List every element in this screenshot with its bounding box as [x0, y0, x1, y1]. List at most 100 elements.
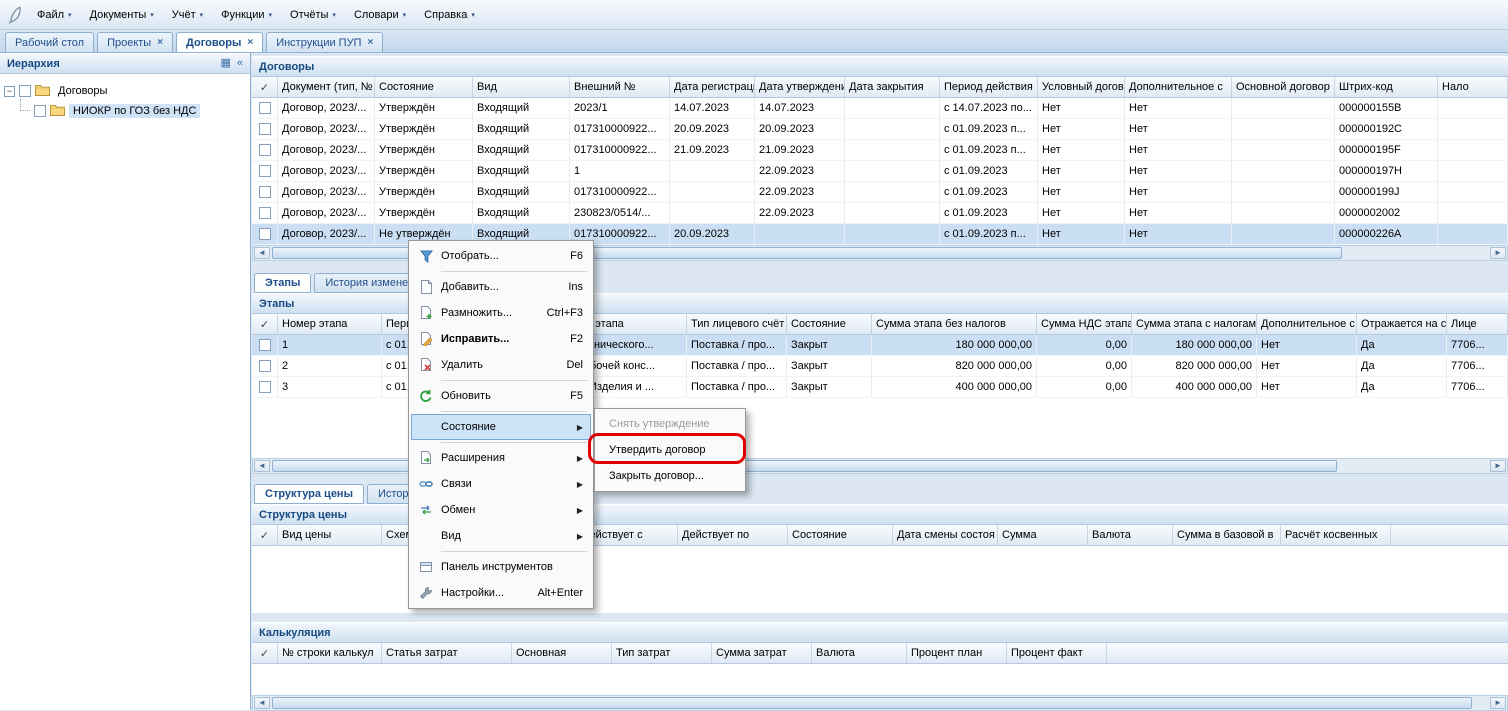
column-header-percent-plan[interactable]: Процент план	[907, 643, 1007, 663]
menu-item-extensions[interactable]: Расширения▶	[411, 445, 591, 471]
column-header-kind[interactable]: Вид	[473, 77, 570, 97]
close-tab-icon[interactable]: ×	[157, 38, 163, 48]
column-header-indirect-calc[interactable]: Расчёт косвенных	[1281, 525, 1391, 545]
collapse-panel-icon[interactable]: «	[237, 58, 243, 69]
menu-item-toolbar-panel[interactable]: Панель инструментов	[411, 554, 591, 580]
scroll-left-icon[interactable]: ◄	[254, 460, 270, 472]
tab-pup-instructions[interactable]: Инструкции ПУП×	[266, 32, 383, 52]
scroll-right-icon[interactable]: ►	[1490, 247, 1506, 259]
menu-item-state[interactable]: Состояние▶	[411, 414, 591, 440]
tab-price-structure[interactable]: Структура цены	[254, 484, 364, 504]
tab-desktop[interactable]: Рабочий стол	[5, 32, 94, 52]
close-tab-icon[interactable]: ×	[367, 38, 373, 48]
table-row[interactable]: Договор, 2023/...УтверждёнВходящий017310…	[252, 119, 1508, 140]
column-header-valid-to[interactable]: Действует по	[678, 525, 788, 545]
column-header-state[interactable]: Состояние	[375, 77, 473, 97]
column-header-barcode[interactable]: Штрих-код	[1335, 77, 1438, 97]
menu-item-settings[interactable]: Настройки...Alt+Enter	[411, 580, 591, 606]
table-row[interactable]: Договор, 2023/...УтверждёнВходящий2023/1…	[252, 98, 1508, 119]
calc-h-scrollbar[interactable]: ◄ ►	[252, 695, 1508, 711]
column-header-main-contract[interactable]: Основной договор	[1232, 77, 1335, 97]
row-checkbox[interactable]	[259, 381, 271, 393]
table-row[interactable]: Договор, 2023/...УтверждёнВходящий017310…	[252, 182, 1508, 203]
row-checkbox[interactable]	[259, 144, 271, 156]
menu-item-duplicate[interactable]: Размножить...Ctrl+F3	[411, 300, 591, 326]
menubar-item-accounting[interactable]: Учёт▾	[163, 5, 212, 25]
row-checkbox[interactable]	[259, 339, 271, 351]
scroll-right-icon[interactable]: ►	[1490, 460, 1506, 472]
column-header-additional-agreement[interactable]: Дополнительное с	[1125, 77, 1232, 97]
column-header-additional-agreement[interactable]: Дополнительное с	[1257, 314, 1357, 334]
tab-projects[interactable]: Проекты×	[97, 32, 173, 52]
row-checkbox[interactable]	[259, 360, 271, 372]
column-header-external-number[interactable]: Внешний №	[570, 77, 670, 97]
table-row[interactable]: Договор, 2023/...УтверждёнВходящий017310…	[252, 140, 1508, 161]
column-header-sum-base-currency[interactable]: Сумма в базовой в	[1173, 525, 1281, 545]
tree-item-contracts[interactable]: − Договоры	[4, 81, 246, 101]
column-header-sum[interactable]: Сумма	[998, 525, 1088, 545]
tree-item-niokr[interactable]: НИОКР по ГОЗ без НДС	[20, 101, 246, 121]
column-header-cost-type[interactable]: Тип затрат	[612, 643, 712, 663]
column-header-state[interactable]: Состояние	[788, 525, 893, 545]
row-checkbox[interactable]	[259, 165, 271, 177]
column-header-main[interactable]: Основная	[512, 643, 612, 663]
tree-checkbox[interactable]	[19, 85, 31, 97]
menu-item-exchange[interactable]: Обмен▶	[411, 497, 591, 523]
column-header-currency[interactable]: Валюта	[812, 643, 907, 663]
column-header-taxes[interactable]: Нало	[1438, 77, 1508, 97]
collapse-expander-icon[interactable]: −	[4, 86, 15, 97]
menu-item-links[interactable]: Связи▶	[411, 471, 591, 497]
column-header-vat-sum[interactable]: Сумма НДС этапа	[1037, 314, 1132, 334]
scroll-right-icon[interactable]: ►	[1490, 697, 1506, 709]
column-header-sum-without-taxes[interactable]: Сумма этапа без налогов	[872, 314, 1037, 334]
column-header-currency[interactable]: Валюта	[1088, 525, 1173, 545]
row-checkbox[interactable]	[259, 102, 271, 114]
column-header-state[interactable]: Состояние	[787, 314, 872, 334]
menubar-item-file[interactable]: Файл▾	[28, 5, 81, 25]
column-header-closing-date[interactable]: Дата закрытия	[845, 77, 940, 97]
table-row[interactable]: Договор, 2023/...УтверждёнВходящий230823…	[252, 203, 1508, 224]
column-header-sum-with-taxes[interactable]: Сумма этапа с налогами	[1132, 314, 1257, 334]
menubar-item-functions[interactable]: Функции▾	[212, 5, 281, 25]
menu-item-edit[interactable]: Исправить...F2	[411, 326, 591, 352]
table-row[interactable]: Договор, 2023/...УтверждёнВходящий122.09…	[252, 161, 1508, 182]
submenu-item-approve-contract[interactable]: Утвердить договор	[597, 437, 743, 463]
column-header-state-change-date[interactable]: Дата смены состоя	[893, 525, 998, 545]
menu-item-refresh[interactable]: ОбновитьF5	[411, 383, 591, 409]
column-header-document[interactable]: Документ (тип, №	[278, 77, 375, 97]
row-checkbox[interactable]	[259, 123, 271, 135]
menu-item-delete[interactable]: УдалитьDel	[411, 352, 591, 378]
menubar-item-help[interactable]: Справка▾	[415, 5, 484, 25]
tab-contracts[interactable]: Договоры×	[176, 32, 263, 52]
column-header-calc-line-number[interactable]: № строки калькул	[278, 643, 382, 663]
scroll-left-icon[interactable]: ◄	[254, 697, 270, 709]
row-checkbox[interactable]	[259, 228, 271, 240]
column-header-approval-date[interactable]: Дата утверждения	[755, 77, 845, 97]
column-header-stage-number[interactable]: Номер этапа	[278, 314, 382, 334]
row-checkbox[interactable]	[259, 186, 271, 198]
menubar-item-reports[interactable]: Отчёты▾	[281, 5, 345, 25]
column-header-cost-item[interactable]: Статья затрат	[382, 643, 512, 663]
tree-checkbox[interactable]	[34, 105, 46, 117]
row-checkbox[interactable]	[259, 207, 271, 219]
scrollbar-thumb[interactable]	[272, 697, 1472, 709]
column-header-check[interactable]: ✓	[252, 643, 278, 663]
menu-item-add[interactable]: Добавить...Ins	[411, 274, 591, 300]
column-header-check[interactable]: ✓	[252, 525, 278, 545]
close-tab-icon[interactable]: ×	[247, 38, 253, 48]
column-header-reflected-on-account[interactable]: Отражается на су	[1357, 314, 1447, 334]
column-header-account-type[interactable]: Тип лицевого счёт	[687, 314, 787, 334]
column-header-price-kind[interactable]: Вид цены	[278, 525, 382, 545]
panel-view-icon[interactable]: ▦	[220, 58, 230, 69]
column-header-validity-period[interactable]: Период действия	[940, 77, 1038, 97]
column-header-registration-date[interactable]: Дата регистрации	[670, 77, 755, 97]
menu-item-filter[interactable]: Отобрать...F6	[411, 243, 591, 269]
menu-item-view[interactable]: Вид▶	[411, 523, 591, 549]
tab-stages[interactable]: Этапы	[254, 273, 311, 293]
column-header-check[interactable]: ✓	[252, 314, 278, 334]
column-header-cost-sum[interactable]: Сумма затрат	[712, 643, 812, 663]
column-header-conditional-contract[interactable]: Условный договор	[1038, 77, 1125, 97]
submenu-item-close-contract[interactable]: Закрыть договор...	[597, 463, 743, 489]
column-header-percent-fact[interactable]: Процент факт	[1007, 643, 1107, 663]
scroll-left-icon[interactable]: ◄	[254, 247, 270, 259]
